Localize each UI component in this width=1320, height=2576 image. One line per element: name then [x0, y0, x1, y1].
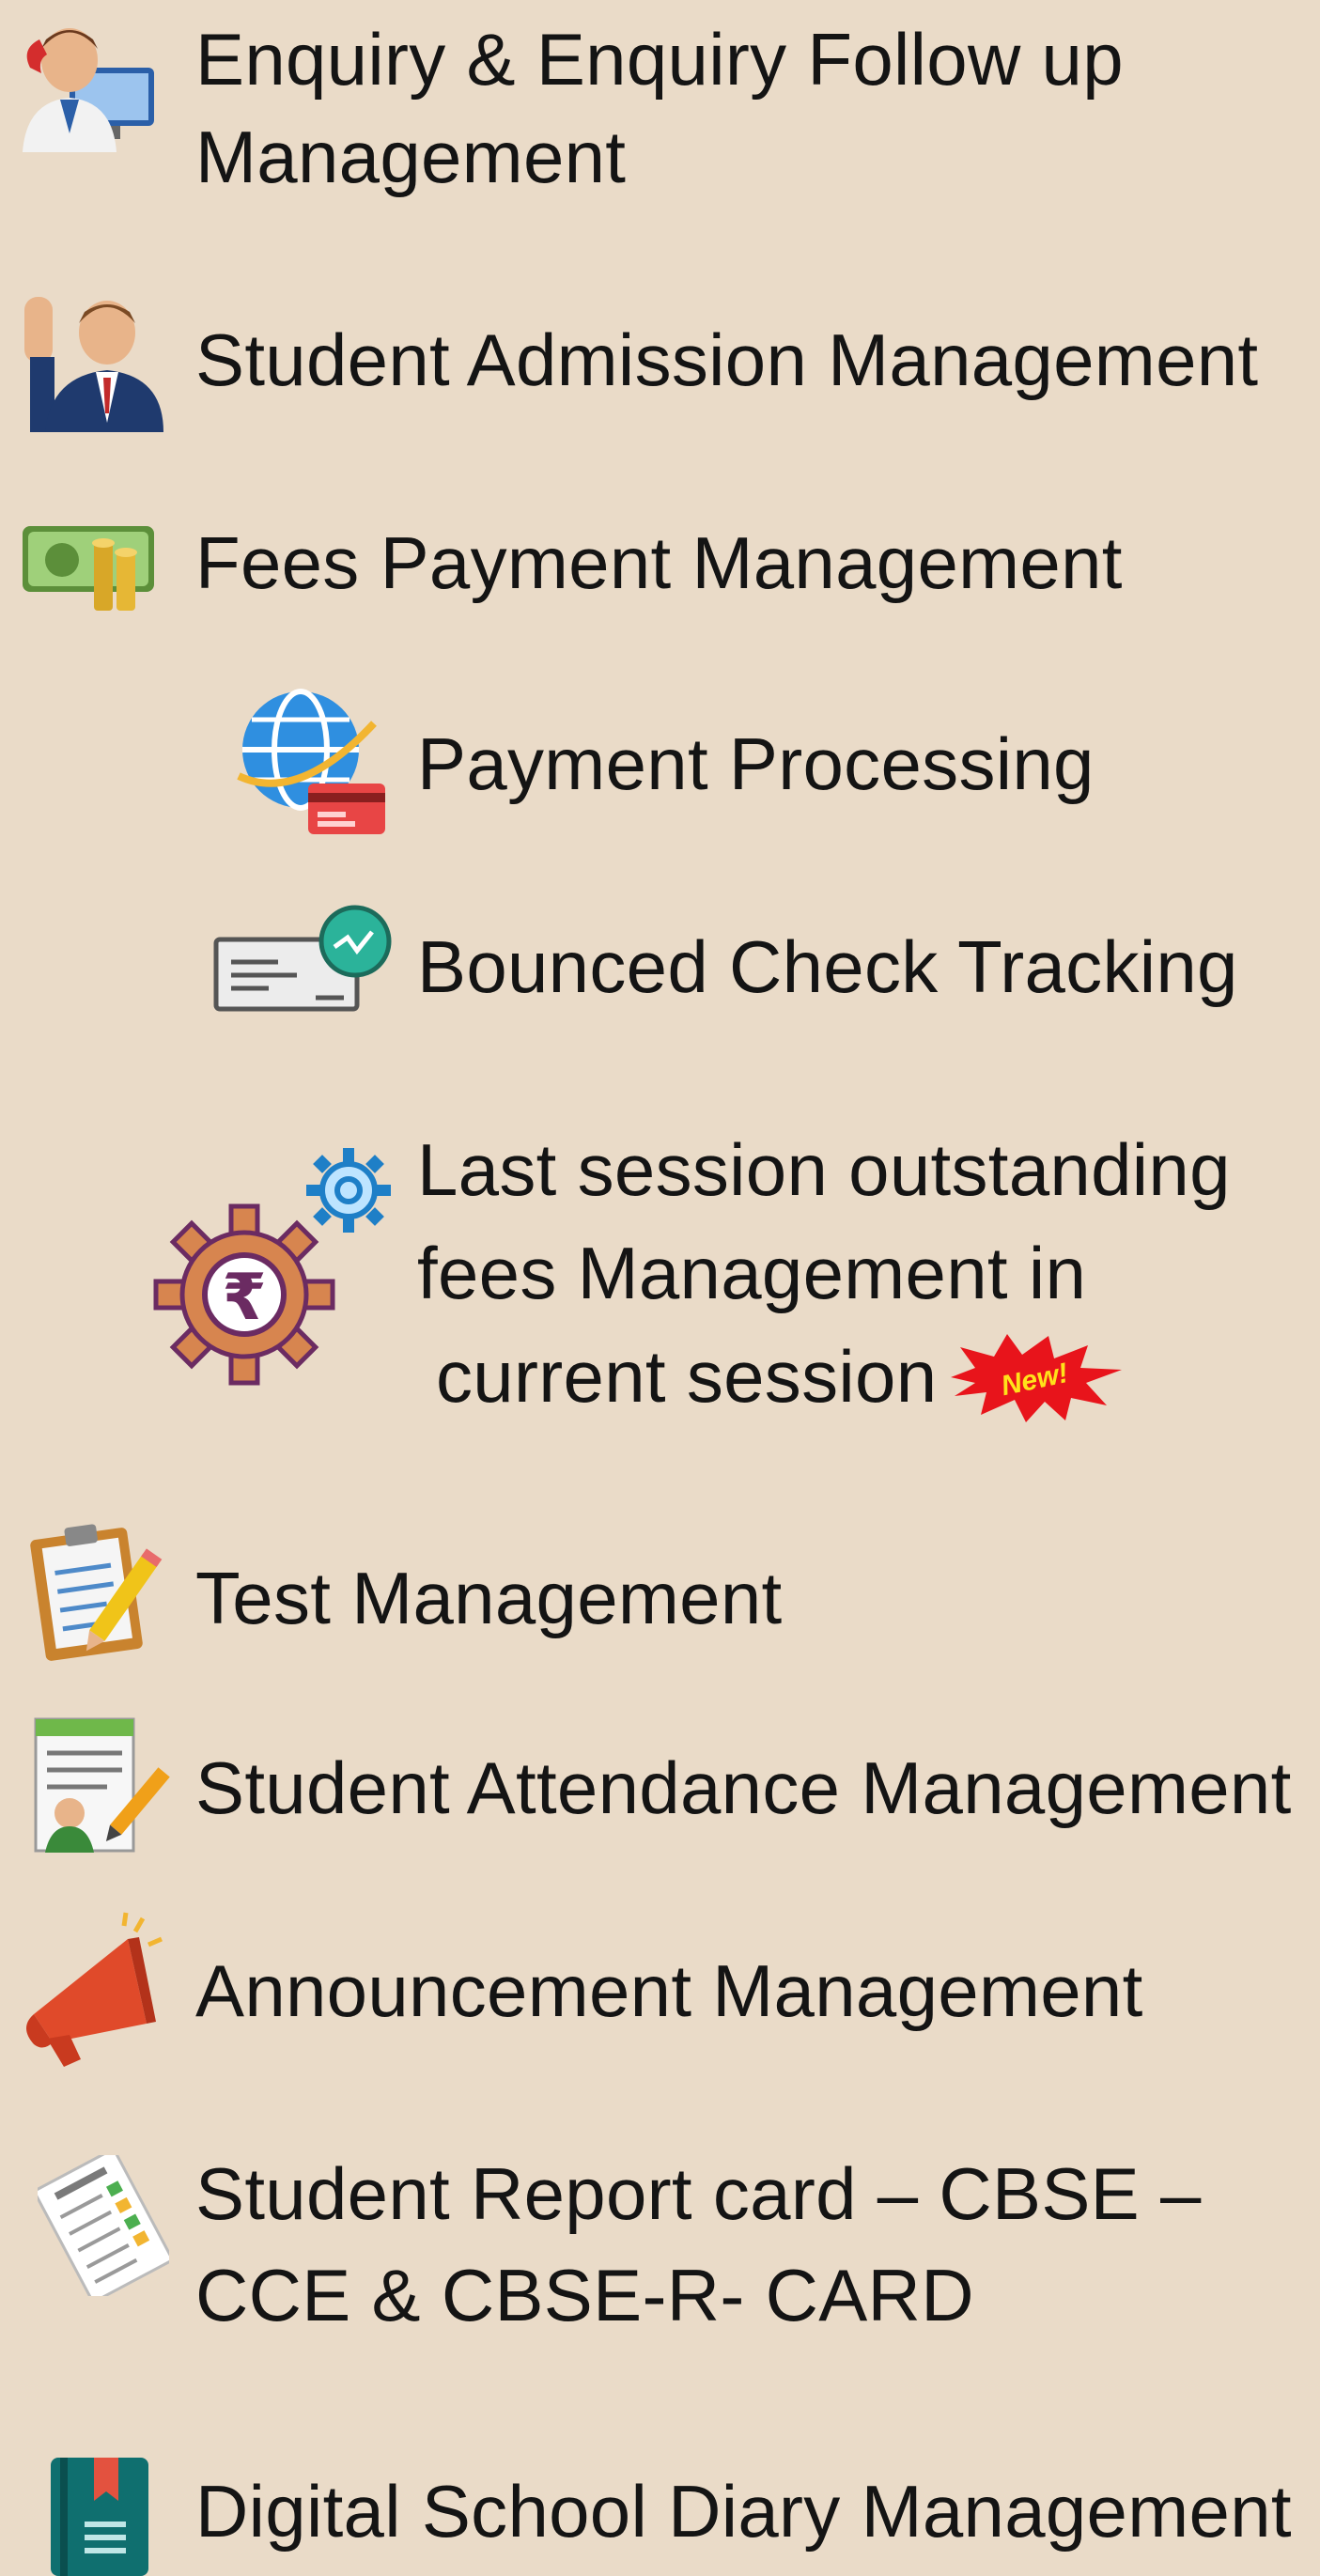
clipboard-pencil-icon	[21, 1522, 171, 1663]
feature-payment-processing: Payment Processing	[0, 676, 1320, 846]
feature-label-line1: Student Report card – CBSE –	[195, 2152, 1202, 2235]
diary-book-icon	[45, 2454, 158, 2576]
feature-bounced-check: Bounced Check Tracking	[0, 892, 1320, 1033]
feature-admission: Student Admission Management	[0, 291, 1320, 442]
feature-label-line1: Enquiry & Enquiry Follow up	[195, 18, 1124, 101]
person-phone-computer-icon	[13, 11, 163, 152]
feature-label: Bounced Check Tracking	[417, 925, 1238, 1008]
feature-outstanding-fees: ₹ Last session outstanding fees Manageme…	[0, 1109, 1320, 1447]
feature-label: Test Management	[195, 1557, 783, 1639]
feature-fees: Fees Payment Management	[0, 498, 1320, 629]
feature-label: Payment Processing	[417, 722, 1095, 805]
check-tracking-icon	[212, 904, 400, 1016]
feature-label: Digital School Diary Management	[195, 2470, 1292, 2553]
feature-label: Announcement Management	[195, 1949, 1143, 2032]
feature-label: Fees Payment Management	[195, 521, 1123, 604]
report-card-icon	[38, 2155, 169, 2296]
megaphone-icon	[15, 1911, 165, 2071]
feature-test: Test Management	[0, 1522, 1320, 1672]
student-raising-hand-icon	[17, 291, 163, 432]
feature-label: Student Attendance Management	[195, 1746, 1292, 1829]
feature-label-line2: CCE & CBSE-R- CARD	[195, 2254, 974, 2336]
feature-label-line2: fees Management in	[417, 1232, 1087, 1314]
globe-card-icon	[233, 682, 393, 842]
svg-text:₹: ₹	[222, 1261, 266, 1335]
feature-diary: Digital School Diary Management	[0, 2443, 1320, 2576]
attendance-sheet-icon	[32, 1715, 173, 1856]
feature-attendance: Student Attendance Management	[0, 1710, 1320, 1879]
feature-label-line2: Management	[195, 116, 627, 198]
feature-enquiry: Enquiry & Enquiry Follow up Management	[0, 0, 1320, 225]
feature-label: Student Admission Management	[195, 318, 1259, 401]
feature-label-line3: current session	[436, 1335, 938, 1418]
money-stack-icon	[19, 513, 162, 616]
feature-report-card: Student Report card – CBSE – CCE & CBSE-…	[0, 2123, 1320, 2349]
feature-label-line1: Last session outstanding	[417, 1128, 1231, 1211]
rupee-gear-icon: ₹	[150, 1201, 338, 1389]
new-badge: New!	[947, 1330, 1126, 1429]
feature-announcement: Announcement Management	[0, 1907, 1320, 2076]
